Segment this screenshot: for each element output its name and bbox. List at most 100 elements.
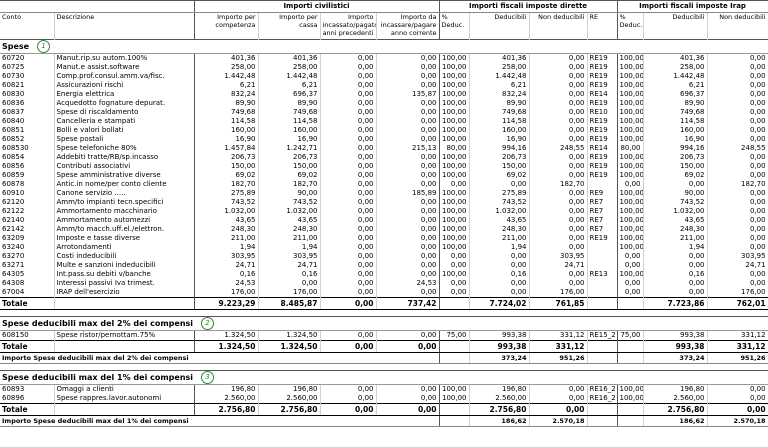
table-cell: 100,00 bbox=[439, 207, 470, 216]
total-cell: 993,38 bbox=[469, 340, 530, 353]
table-cell: 0,00 bbox=[707, 162, 768, 171]
table-row[interactable]: 608150 Spese ristor/pernottam.75% 1.324,50… bbox=[0, 330, 768, 341]
table-cell: Assicurazioni rischi bbox=[54, 81, 195, 90]
table-cell: 0,00 bbox=[707, 270, 768, 279]
table-row[interactable]: 62122 Ammortamento macchinario 1.032,00 1.0… bbox=[0, 207, 768, 216]
table-cell: RE19 bbox=[587, 63, 618, 72]
table-row[interactable]: 67004 IRAP dell'esercizio 176,00 176,00 0,00… bbox=[0, 288, 768, 298]
table-row[interactable]: 60859 Spese amministrative diverse 69,02 69… bbox=[0, 171, 768, 180]
table-cell: 0,00 bbox=[707, 216, 768, 225]
table-cell: RE19 bbox=[587, 126, 618, 135]
table-cell: 749,68 bbox=[643, 108, 708, 117]
table-cell: 0,00 bbox=[320, 153, 377, 162]
table-cell: 0,00 bbox=[320, 189, 377, 198]
table-cell: 100,00 bbox=[617, 243, 644, 252]
table-row[interactable]: 60725 Manut.e assist.software 258,00 258,00… bbox=[0, 63, 768, 72]
table-cell: 206,73 bbox=[643, 153, 708, 162]
table-cell: 0,00 bbox=[320, 53, 377, 63]
table-row[interactable]: 60837 Spese di riscaldamento 749,68 749,68 0… bbox=[0, 108, 768, 117]
table-row[interactable]: 63270 Costi indeducibili 303,95 303,95 0,00 0… bbox=[0, 252, 768, 261]
table-row[interactable]: 60856 Contributi associativi 150,00 150,00 0… bbox=[0, 162, 768, 171]
importo-non-deducibili: 951,26 bbox=[529, 352, 588, 364]
table-cell: 206,73 bbox=[469, 153, 530, 162]
table-cell: 196,80 bbox=[469, 384, 530, 394]
table-cell: 0,00 bbox=[320, 135, 377, 144]
table-cell: 0,00 bbox=[529, 99, 588, 108]
total-cell: 0,00 bbox=[376, 403, 440, 416]
total-cell bbox=[587, 297, 618, 310]
section-number-badge: 1 bbox=[37, 40, 51, 53]
table-row[interactable]: 60851 Bolli e valori bollati 160,00 160,00 0… bbox=[0, 126, 768, 135]
table-row[interactable]: 608530 Spese telefoniche 80% 1.457,84 1.242… bbox=[0, 144, 768, 153]
table-cell: 749,68 bbox=[258, 108, 321, 117]
table-cell: 0,00 bbox=[469, 261, 530, 270]
table-cell: 90,00 bbox=[258, 189, 321, 198]
table-row[interactable]: 60840 Cancelleria e stampati 114,58 114,58 0… bbox=[0, 117, 768, 126]
table-cell: 24,53 bbox=[376, 279, 440, 288]
table-cell: 994,16 bbox=[643, 144, 708, 153]
table-cell: 69,02 bbox=[469, 171, 530, 180]
table-row[interactable]: 63240 Arrotondamenti 1,94 1,94 0,00 0,00 100,0… bbox=[0, 243, 768, 252]
table-row[interactable]: 60720 Manut.rip.su autom.100% 401,36 401,36… bbox=[0, 53, 768, 63]
table-row[interactable]: 60836 Acquedotto fognature depurat. 89,90 8… bbox=[0, 99, 768, 108]
table-row[interactable]: 60854 Addebiti tratte/RB/sp.incasso 206,73… bbox=[0, 153, 768, 162]
table-cell: 6,21 bbox=[643, 81, 708, 90]
total-row: Totale 1.324,50 1.324,50 0,00 0,00 993,38 331,… bbox=[0, 340, 768, 353]
table-row[interactable]: 62142 Amm/to macch.uff.el./elettron. 248,3… bbox=[0, 225, 768, 234]
total-cell: 7.724,02 bbox=[469, 297, 530, 310]
table-cell: Costi indeducibili bbox=[54, 252, 195, 261]
table-cell: 64305 bbox=[0, 270, 55, 279]
table-cell: 1.442,48 bbox=[469, 72, 530, 81]
table-cell: 994,16 bbox=[469, 144, 530, 153]
table-cell: 248,55 bbox=[707, 144, 768, 153]
table-cell: 0,00 bbox=[529, 270, 588, 279]
table-cell bbox=[54, 403, 195, 416]
table-row[interactable]: 63271 Multe e sanzioni indeducibili 24,71 2… bbox=[0, 261, 768, 270]
table-cell: 6,21 bbox=[469, 81, 530, 90]
table-cell: 100,00 bbox=[617, 270, 644, 279]
table-cell: 0,00 bbox=[707, 153, 768, 162]
table-cell: 401,36 bbox=[469, 53, 530, 63]
total-cell: 2.756,80 bbox=[469, 403, 530, 416]
section-title: Spese bbox=[2, 42, 30, 51]
table-row[interactable]: 63209 Imposte e tasse diverse 211,00 211,00… bbox=[0, 234, 768, 243]
table-row[interactable]: 60821 Assicurazioni rischi 6,21 6,21 0,00 0,0… bbox=[0, 81, 768, 90]
table-row[interactable]: 60893 Omaggi a clienti 196,80 196,80 0,00 0,0… bbox=[0, 384, 768, 394]
table-row[interactable]: 60910 Canone servizio ..... 275,89 90,00 0,0… bbox=[0, 189, 768, 198]
section-header-row: Spese deducibili max del 1% dei compensi… bbox=[0, 370, 768, 385]
table-row[interactable]: 60852 Spese postali 16,90 16,90 0,00 0,00 100,… bbox=[0, 135, 768, 144]
table-cell bbox=[587, 352, 618, 364]
table-cell: 0,00 bbox=[320, 261, 377, 270]
table-row[interactable]: 60878 Antic.in nome/per conto cliente 182,… bbox=[0, 180, 768, 189]
table-cell: Int.pass.su debiti v/banche bbox=[54, 270, 195, 279]
table-cell: 258,00 bbox=[194, 63, 259, 72]
table-row[interactable]: 60896 Spese rappres.lavor.autonomi 2.560,0… bbox=[0, 394, 768, 404]
table-cell: 100,00 bbox=[439, 135, 470, 144]
table-cell: RE19 bbox=[587, 234, 618, 243]
table-cell: Amm/to macch.uff.el./elettron. bbox=[54, 225, 195, 234]
table-cell: 0,00 bbox=[529, 198, 588, 207]
column-header-cassa: Importo per cassa bbox=[258, 12, 321, 40]
table-cell: 100,00 bbox=[439, 81, 470, 90]
table-row[interactable]: 60730 Comp.prof.consul.amm.va/fisc. 1.442,… bbox=[0, 72, 768, 81]
table-cell: RE9 bbox=[587, 189, 618, 198]
table-row[interactable]: 62140 Ammortamento automezzi 43,65 43,65 0,0… bbox=[0, 216, 768, 225]
table-cell: 100,00 bbox=[617, 126, 644, 135]
table-row[interactable]: 64308 Interessi passivi Iva trimest. 24,53… bbox=[0, 279, 768, 288]
table-cell: 176,00 bbox=[258, 288, 321, 298]
table-row[interactable]: 60830 Energia elettrica 832,24 696,37 0,00 13… bbox=[0, 90, 768, 99]
table-cell: RE15_2 bbox=[587, 330, 618, 341]
table-cell: Manut.e assist.software bbox=[54, 63, 195, 72]
table-cell: 0,00 bbox=[469, 288, 530, 298]
table-cell: 100,00 bbox=[439, 394, 470, 404]
table-cell: 0,00 bbox=[529, 126, 588, 135]
table-cell: Amm/to impianti tecn.specifici bbox=[54, 198, 195, 207]
table-cell: 0,00 bbox=[529, 81, 588, 90]
table-cell: 100,00 bbox=[439, 63, 470, 72]
table-cell: 0,00 bbox=[439, 180, 470, 189]
table-cell: 100,00 bbox=[439, 99, 470, 108]
table-cell: 1.242,71 bbox=[258, 144, 321, 153]
table-row[interactable]: 62120 Amm/to impianti tecn.specifici 743,5… bbox=[0, 198, 768, 207]
section-title: Spese deducibili max del 1% dei compensi bbox=[2, 373, 194, 382]
table-row[interactable]: 64305 Int.pass.su debiti v/banche 0,16 0,16… bbox=[0, 270, 768, 279]
